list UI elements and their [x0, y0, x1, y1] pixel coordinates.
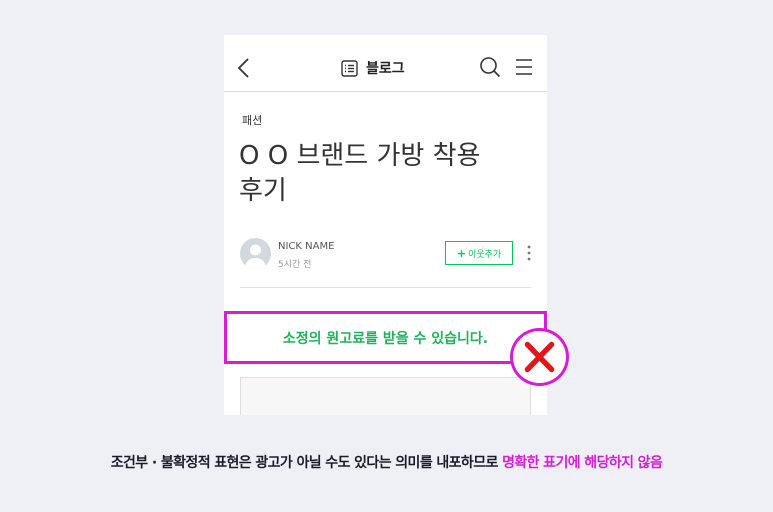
plus-icon: +	[456, 246, 467, 260]
follow-label: 이웃추가	[468, 249, 502, 260]
blog-label: 블로그	[366, 61, 405, 77]
back-icon[interactable]	[236, 57, 252, 79]
post-title-line2: 후기	[239, 176, 287, 206]
blog-title[interactable]: 블로그	[341, 57, 405, 79]
divider	[240, 287, 531, 288]
disclosure-highlight-box: 소정의 원고료를 받을 수 있습니다.	[224, 311, 547, 364]
search-icon[interactable]	[479, 56, 501, 78]
user-icon	[245, 244, 266, 269]
avatar[interactable]	[240, 238, 271, 269]
x-mark-icon	[510, 328, 569, 386]
follow-button[interactable]: + 이웃추가	[445, 241, 513, 265]
post-title-line1: O O 브랜드 가방 착용	[239, 141, 481, 171]
disclosure-text: 소정의 원고료를 받을 수 있습니다.	[282, 330, 489, 347]
caption-main: 조건부 · 불확정적 표현은 광고가 아닐 수도 있다는 의미를 내포하므로	[110, 455, 503, 471]
caption-accent: 명확한 표기에 해당하지 않음	[502, 455, 663, 471]
post-title: O O 브랜드 가방 착용 후기	[239, 139, 519, 209]
content-placeholder	[240, 377, 531, 415]
author-name[interactable]: NICK NAME	[278, 241, 334, 252]
blog-header: 블로그	[224, 35, 547, 92]
list-icon	[341, 59, 358, 77]
post-category[interactable]: 패션	[242, 112, 262, 128]
menu-icon[interactable]	[514, 57, 534, 77]
more-vertical-icon[interactable]	[525, 244, 533, 262]
post-time: 5시간 전	[278, 260, 312, 270]
explanation-caption: 조건부 · 불확정적 표현은 광고가 아닐 수도 있다는 의미를 내포하므로 명…	[0, 452, 773, 472]
